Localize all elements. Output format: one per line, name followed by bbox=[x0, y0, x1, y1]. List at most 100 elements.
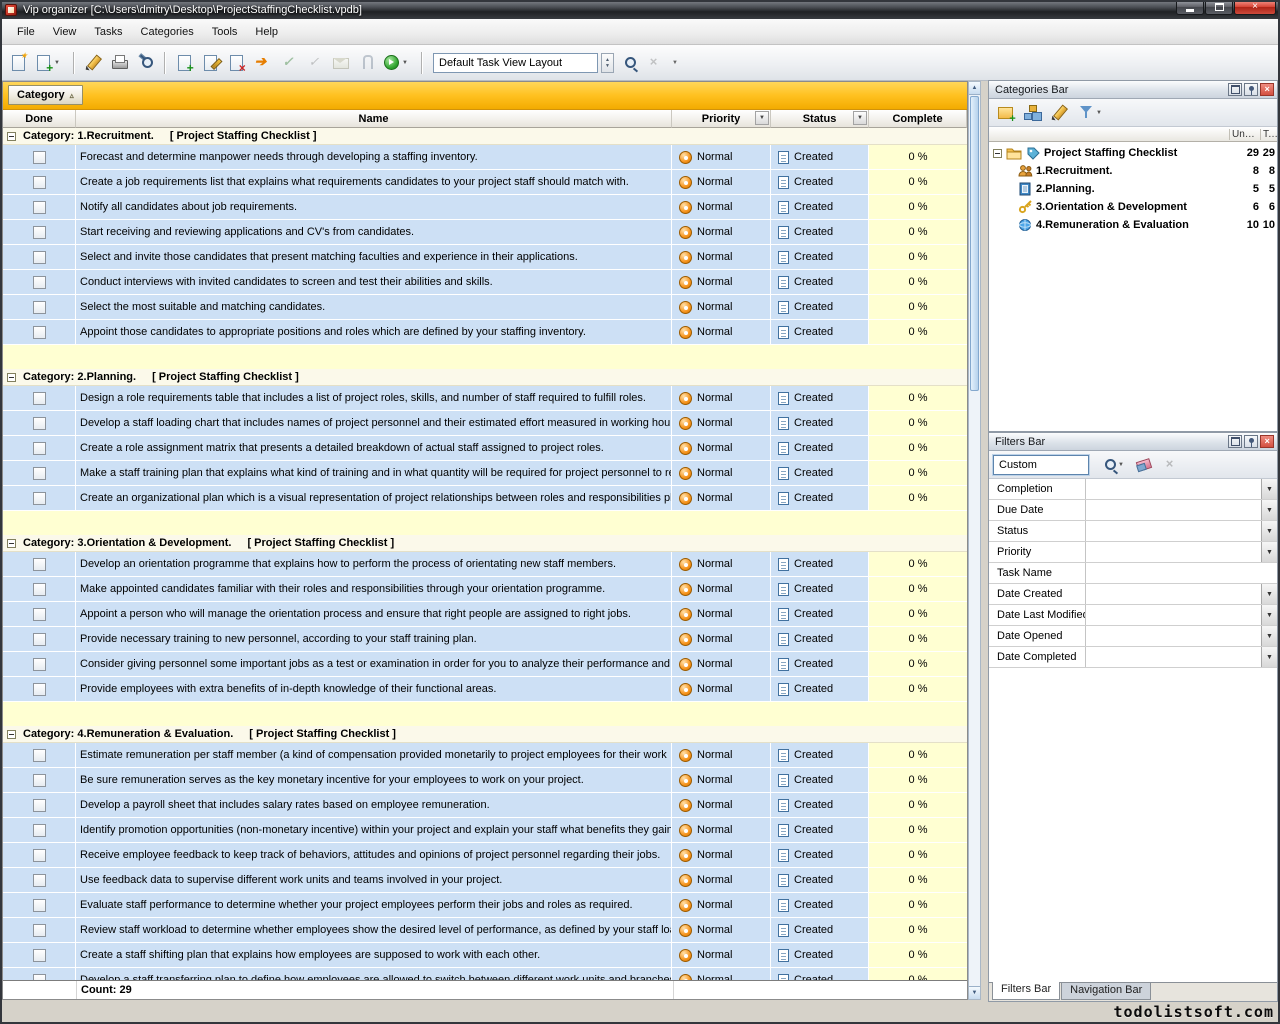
toolbar-overflow-dropdown[interactable]: ▼ bbox=[672, 60, 678, 66]
task-priority-cell[interactable]: Normal bbox=[672, 411, 771, 435]
task-priority-cell[interactable]: Normal bbox=[672, 627, 771, 651]
float-panel-button[interactable] bbox=[1228, 83, 1242, 96]
customize-view-button[interactable] bbox=[616, 51, 640, 75]
task-checkbox[interactable] bbox=[33, 417, 46, 430]
menu-tools[interactable]: Tools bbox=[203, 19, 247, 44]
task-status-cell[interactable]: Created bbox=[771, 843, 869, 867]
task-priority-cell[interactable]: Normal bbox=[672, 436, 771, 460]
task-checkbox[interactable] bbox=[33, 201, 46, 214]
column-header-undone[interactable]: UnDone bbox=[1229, 129, 1260, 140]
filter-value-field[interactable] bbox=[1086, 584, 1261, 604]
edit-category-button[interactable] bbox=[1047, 102, 1071, 124]
task-name-cell[interactable]: Be sure remuneration serves as the key m… bbox=[76, 768, 672, 792]
task-name-cell[interactable]: Evaluate staff performance to determine … bbox=[76, 893, 672, 917]
filter-value-field[interactable] bbox=[1086, 521, 1261, 541]
pin-panel-button[interactable] bbox=[1244, 435, 1258, 448]
task-status-cell[interactable]: Created bbox=[771, 220, 869, 244]
task-status-cell[interactable]: Created bbox=[771, 436, 869, 460]
task-checkbox[interactable] bbox=[33, 774, 46, 787]
complete-task-button[interactable] bbox=[250, 51, 274, 75]
task-name-cell[interactable]: Forecast and determine manpower needs th… bbox=[76, 145, 672, 169]
tab-filters-bar[interactable]: Filters Bar bbox=[992, 982, 1060, 1000]
task-priority-cell[interactable]: Normal bbox=[672, 602, 771, 626]
edit-button[interactable] bbox=[81, 51, 105, 75]
task-checkbox[interactable] bbox=[33, 899, 46, 912]
collapse-icon[interactable] bbox=[7, 132, 16, 141]
task-name-cell[interactable]: Provide necessary training to new person… bbox=[76, 627, 672, 651]
task-name-cell[interactable]: Create a staff shifting plan that explai… bbox=[76, 943, 672, 967]
maximize-button[interactable] bbox=[1205, 0, 1233, 15]
edit-task-button[interactable] bbox=[198, 51, 222, 75]
pin-panel-button[interactable] bbox=[1244, 83, 1258, 96]
print-button[interactable] bbox=[107, 51, 131, 75]
menu-tasks[interactable]: Tasks bbox=[85, 19, 131, 44]
task-checkbox[interactable] bbox=[33, 251, 46, 264]
task-status-cell[interactable]: Created bbox=[771, 386, 869, 410]
column-header-status[interactable]: Status▼ bbox=[771, 110, 869, 128]
column-header-name[interactable]: Name bbox=[76, 110, 672, 128]
task-status-cell[interactable]: Created bbox=[771, 868, 869, 892]
filter-dropdown-button[interactable]: ▼ bbox=[1261, 500, 1277, 520]
task-name-cell[interactable]: Provide employees with extra benefits of… bbox=[76, 677, 672, 701]
column-header-done[interactable]: Done bbox=[3, 110, 76, 128]
task-name-cell[interactable]: Create an organizational plan which is a… bbox=[76, 486, 672, 510]
task-checkbox[interactable] bbox=[33, 176, 46, 189]
email-task-button[interactable] bbox=[328, 51, 352, 75]
attach-file-button[interactable] bbox=[354, 51, 378, 75]
task-name-cell[interactable]: Make appointed candidates familiar with … bbox=[76, 577, 672, 601]
task-priority-cell[interactable]: Normal bbox=[672, 145, 771, 169]
task-checkbox[interactable] bbox=[33, 608, 46, 621]
task-priority-cell[interactable]: Normal bbox=[672, 270, 771, 294]
task-priority-cell[interactable]: Normal bbox=[672, 195, 771, 219]
filter-value-field[interactable] bbox=[1086, 500, 1261, 520]
menu-categories[interactable]: Categories bbox=[132, 19, 203, 44]
task-name-cell[interactable]: Appoint those candidates to appropriate … bbox=[76, 320, 672, 344]
column-header-total[interactable]: Total bbox=[1260, 129, 1277, 140]
task-checkbox[interactable] bbox=[33, 658, 46, 671]
filter-value-field[interactable] bbox=[1086, 563, 1277, 583]
mark-complete-button[interactable] bbox=[276, 51, 300, 75]
task-name-cell[interactable]: Develop a payroll sheet that includes sa… bbox=[76, 793, 672, 817]
task-priority-cell[interactable]: Normal bbox=[672, 868, 771, 892]
status-filter-dropdown[interactable]: ▼ bbox=[853, 111, 867, 125]
task-priority-cell[interactable]: Normal bbox=[672, 918, 771, 942]
filter-value-field[interactable] bbox=[1086, 626, 1261, 646]
task-priority-cell[interactable]: Normal bbox=[672, 768, 771, 792]
task-checkbox[interactable] bbox=[33, 749, 46, 762]
task-checkbox[interactable] bbox=[33, 558, 46, 571]
task-name-cell[interactable]: Create a job requirements list that expl… bbox=[76, 170, 672, 194]
task-priority-cell[interactable]: Normal bbox=[672, 461, 771, 485]
task-checkbox[interactable] bbox=[33, 824, 46, 837]
task-priority-cell[interactable]: Normal bbox=[672, 245, 771, 269]
task-checkbox[interactable] bbox=[33, 151, 46, 164]
task-priority-cell[interactable]: Normal bbox=[672, 843, 771, 867]
task-priority-cell[interactable]: Normal bbox=[672, 743, 771, 767]
task-name-cell[interactable]: Appoint a person who will manage the ori… bbox=[76, 602, 672, 626]
task-checkbox[interactable] bbox=[33, 799, 46, 812]
delete-task-button[interactable] bbox=[224, 51, 248, 75]
category-group-button[interactable]: Category ▵ bbox=[8, 85, 83, 105]
filter-dropdown-button[interactable]: ▼ bbox=[1261, 542, 1277, 562]
task-name-cell[interactable]: Create a role assignment matrix that pre… bbox=[76, 436, 672, 460]
task-priority-cell[interactable]: Normal bbox=[672, 386, 771, 410]
filter-value-field[interactable] bbox=[1086, 479, 1261, 499]
task-checkbox[interactable] bbox=[33, 633, 46, 646]
float-panel-button[interactable] bbox=[1228, 435, 1242, 448]
task-name-cell[interactable]: Consider giving personnel some important… bbox=[76, 652, 672, 676]
task-checkbox[interactable] bbox=[33, 683, 46, 696]
task-status-cell[interactable]: Created bbox=[771, 768, 869, 792]
task-status-cell[interactable]: Created bbox=[771, 195, 869, 219]
add-item-split-button[interactable]: ▼ bbox=[32, 51, 66, 75]
category-tree-item[interactable]: 3.Orientation & Development 6 6 bbox=[989, 198, 1277, 216]
task-checkbox[interactable] bbox=[33, 849, 46, 862]
category-tree-item[interactable]: 2.Planning. 5 5 bbox=[989, 180, 1277, 198]
filter-dropdown-button[interactable]: ▼ bbox=[1261, 479, 1277, 499]
minimize-button[interactable] bbox=[1176, 0, 1204, 15]
task-priority-cell[interactable]: Normal bbox=[672, 552, 771, 576]
filter-value-field[interactable] bbox=[1086, 647, 1261, 667]
task-checkbox[interactable] bbox=[33, 949, 46, 962]
menu-help[interactable]: Help bbox=[246, 19, 287, 44]
tab-navigation-bar[interactable]: Navigation Bar bbox=[1061, 983, 1151, 1000]
apply-filter-button[interactable]: ▼ bbox=[1096, 454, 1128, 476]
task-name-cell[interactable]: Estimate remuneration per staff member (… bbox=[76, 743, 672, 767]
